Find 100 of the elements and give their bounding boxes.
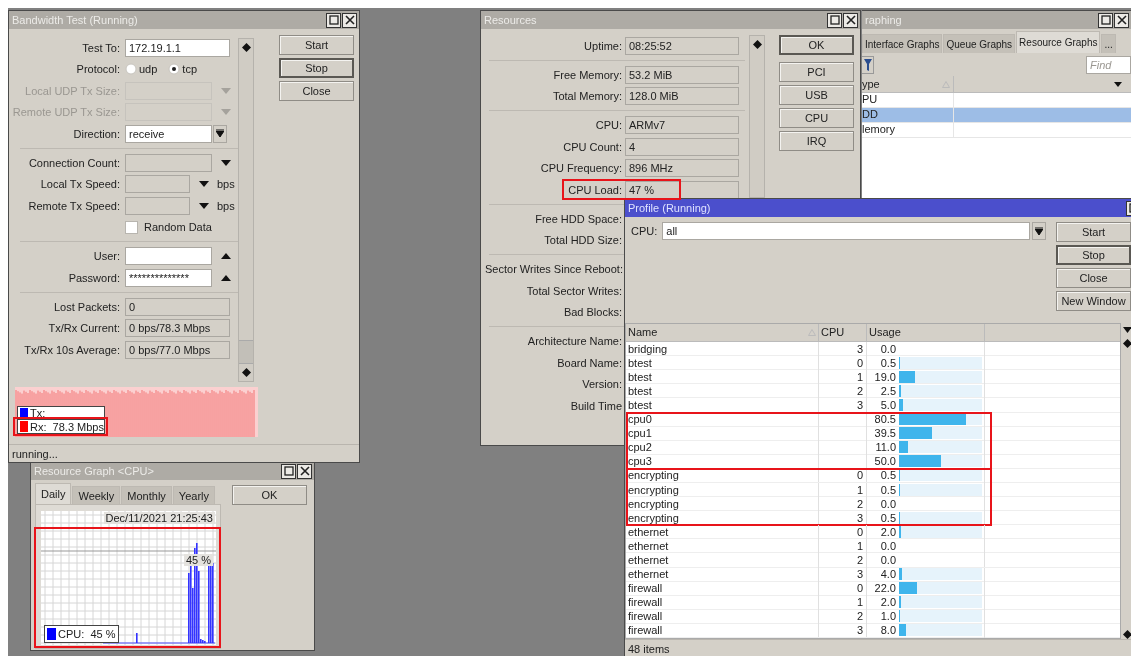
field-label: CPU Load: [567,183,622,196]
column-header[interactable]: Usage [866,324,984,342]
field-label: Total Sector Writes: [525,284,622,297]
dropdown-button[interactable] [213,124,227,143]
field-label: Local UDP Tx Size: [24,84,120,97]
scroll-down-icon[interactable] [1122,630,1131,639]
text-field[interactable]: ************** [125,268,212,287]
close-button[interactable] [843,12,858,28]
dialog-button[interactable]: Stop [279,58,354,78]
table-row[interactable]: DD [862,108,1131,123]
usage-value: 1.0 [879,610,896,623]
field-label: Direction: [72,127,120,140]
dropdown-button[interactable] [1032,222,1047,240]
text-field[interactable]: 172.19.1.1 [125,38,230,57]
legend-label: Rx: 78.3 Mbps [30,420,104,433]
table-cell: 3 [818,567,866,582]
usage-value: 0.0 [879,554,896,566]
close-button[interactable] [1114,12,1129,28]
up-arrow-icon[interactable] [221,253,231,260]
table-cell-text: cpu3 [627,454,653,469]
scrollbar[interactable] [238,38,254,382]
window-title: Resources [484,14,538,26]
field-label: Test To: [81,41,120,54]
field-label: Uptime: [583,39,622,52]
scroll-thumb[interactable] [239,340,253,364]
radio-label: udp [139,63,158,76]
speed-field[interactable] [125,196,190,215]
readonly-field: 53.2 MiB [625,65,739,84]
select-field[interactable]: all [662,222,1031,240]
tab[interactable]: Queue Graphs [943,34,1016,53]
table-cell-text: ethernet [627,567,670,582]
checkbox-label: Random Data [144,221,212,234]
dialog-button[interactable]: USB [779,85,854,105]
tab[interactable]: Monthly [121,486,172,504]
filter-button[interactable] [862,55,874,74]
close-button[interactable] [297,463,312,479]
column-header[interactable]: CPU [818,324,866,342]
up-arrow-icon[interactable] [221,274,231,281]
dialog-button[interactable]: IRQ [779,131,854,151]
dialog-button[interactable]: PCI [779,62,854,82]
table-cell: 3 [818,397,866,412]
sort-icon [808,329,816,337]
column-header[interactable]: Name [626,324,818,342]
dropdown-arrow-icon[interactable] [199,202,209,209]
tab[interactable]: Yearly [172,486,216,504]
field-label: Total Memory: [551,90,622,103]
maximize-button[interactable] [827,12,842,28]
dropdown-arrow-icon[interactable] [199,181,209,188]
scroll-up-icon[interactable] [241,43,251,52]
dialog-button[interactable]: Stop [1056,245,1131,265]
dialog-button[interactable]: Start [279,35,354,55]
table-row[interactable]: lemory [862,123,1131,138]
maximize-icon [328,15,339,25]
status-text: 48 items [628,642,670,655]
dropdown-arrow-icon[interactable] [1114,81,1122,87]
close-icon [344,15,355,25]
scroll-up-icon[interactable] [752,40,762,49]
unit-label: bps [217,178,235,191]
dialog-button[interactable]: CPU [779,108,854,128]
tab[interactable]: Resource Graphs [1016,31,1101,53]
speed-field[interactable] [125,175,190,194]
field-label: User: [92,250,120,263]
radio-button[interactable] [125,63,137,76]
ok-button[interactable]: OK [232,485,307,505]
text-field[interactable] [125,247,212,266]
combo-field[interactable] [125,153,212,172]
field-label: Password: [67,271,120,284]
select-field[interactable]: receive [125,124,212,143]
tab[interactable]: Interface Graphs [862,34,943,53]
tab[interactable]: Weekly [72,486,121,504]
maximize-button[interactable] [1098,12,1113,28]
field-label: Free Memory: [552,68,622,81]
dialog-button[interactable]: Start [1056,222,1131,242]
dialog-button[interactable]: OK [779,35,854,55]
usage-value: 2.5 [879,384,896,397]
close-button[interactable] [342,12,357,28]
dialog-button[interactable]: New Window [1056,291,1131,311]
tab[interactable]: ... [1101,34,1116,53]
dialog-button[interactable]: Close [279,81,354,101]
usage-value: 2.0 [879,596,896,609]
scrollbar[interactable] [749,35,765,198]
field-label: Lost Packets: [52,300,120,313]
dialog-button[interactable]: Close [1056,268,1131,288]
radio-button[interactable] [168,63,181,76]
scroll-down-icon[interactable] [241,368,251,377]
status-text: running... [12,447,58,460]
unit-label: bps [217,199,235,212]
table-cell-text: cpu2 [627,440,653,455]
sort-icon [942,80,950,88]
dropdown-arrow-icon[interactable] [1122,327,1131,334]
table-cell: 1 [818,595,866,610]
checkbox[interactable] [125,220,138,234]
search-field[interactable]: Find [1086,55,1131,74]
maximize-button[interactable] [326,12,341,28]
maximize-button[interactable] [281,463,296,479]
usage-value: 0.5 [879,483,896,496]
dropdown-arrow-icon[interactable] [221,159,231,166]
tab[interactable]: Daily [35,483,72,504]
usage-value: 19.0 [873,370,896,383]
usage-value: 0.0 [879,342,896,355]
